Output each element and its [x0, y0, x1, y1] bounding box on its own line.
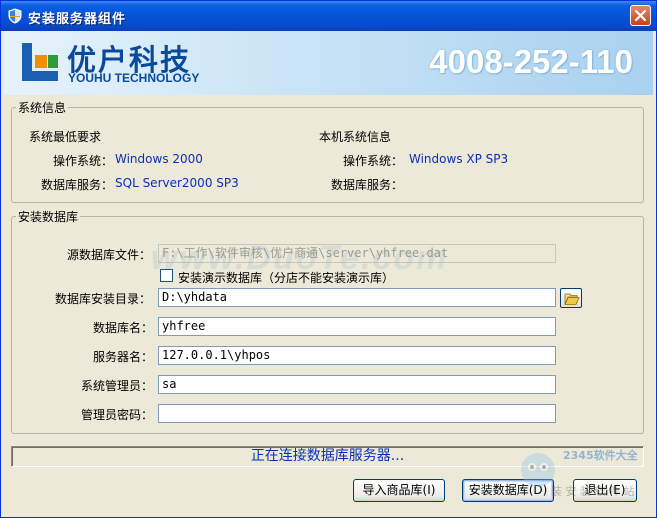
window-title: 安装服务器组件 [28, 12, 127, 27]
min-db-label: 数据库服务： [41, 178, 114, 192]
min-os-label: 操作系统： [53, 154, 114, 168]
sys-admin-label: 系统管理员： [81, 379, 154, 393]
close-icon [634, 9, 647, 22]
local-os-label: 操作系统： [343, 154, 404, 168]
admin-password-label: 管理员密码： [81, 408, 154, 422]
installer-window: 安装服务器组件 优户科技 YOUHU TECHNOLOGY 4008-252-1… [0, 0, 657, 518]
youhu-logo-icon [22, 43, 58, 81]
min-os-value: Windows 2000 [115, 152, 203, 166]
hotline-number: 4008-252-110 [429, 43, 633, 80]
folder-open-icon [564, 293, 580, 305]
close-button[interactable] [630, 5, 651, 26]
import-products-button[interactable]: 导入商品库(I) [353, 479, 445, 502]
corner-watermark: 2345软件大全 装 安 装 软 件 站 [511, 441, 651, 516]
watermark-text: www.DuoTe.com [151, 239, 449, 277]
db-name-label: 数据库名： [93, 321, 154, 335]
install-dir-input[interactable]: D:\yhdata [158, 288, 556, 307]
browse-folder-button[interactable] [560, 288, 582, 308]
corner-watermark-text: 2345软件大全 [563, 449, 638, 462]
system-info-legend: 系统信息 [18, 101, 67, 115]
source-db-label: 源数据库文件： [67, 248, 152, 262]
server-name-input[interactable]: 127.0.0.1\yhpos [158, 346, 556, 365]
min-requirements-title: 系统最低要求 [29, 130, 102, 144]
db-name-input[interactable]: yhfree [158, 317, 556, 336]
server-name-label: 服务器名： [93, 350, 154, 364]
corner-watermark-sub: 装 安 装 软 件 站 [551, 485, 635, 498]
brand-name-en: YOUHU TECHNOLOGY [68, 71, 200, 85]
sys-admin-input[interactable]: sa [158, 375, 556, 394]
admin-password-input[interactable] [158, 404, 556, 423]
local-os-value: Windows XP SP3 [409, 152, 509, 166]
local-system-title: 本机系统信息 [319, 130, 392, 144]
brand-banner: 优户科技 YOUHU TECHNOLOGY 4008-252-110 [4, 31, 653, 95]
title-bar[interactable]: 安装服务器组件 [1, 1, 656, 31]
install-db-legend: 安装数据库 [18, 210, 79, 224]
local-db-label: 数据库服务： [331, 178, 404, 192]
install-dir-label: 数据库安装目录： [55, 292, 152, 306]
min-db-value: SQL Server2000 SP3 [115, 176, 239, 190]
app-shield-icon [8, 8, 22, 24]
